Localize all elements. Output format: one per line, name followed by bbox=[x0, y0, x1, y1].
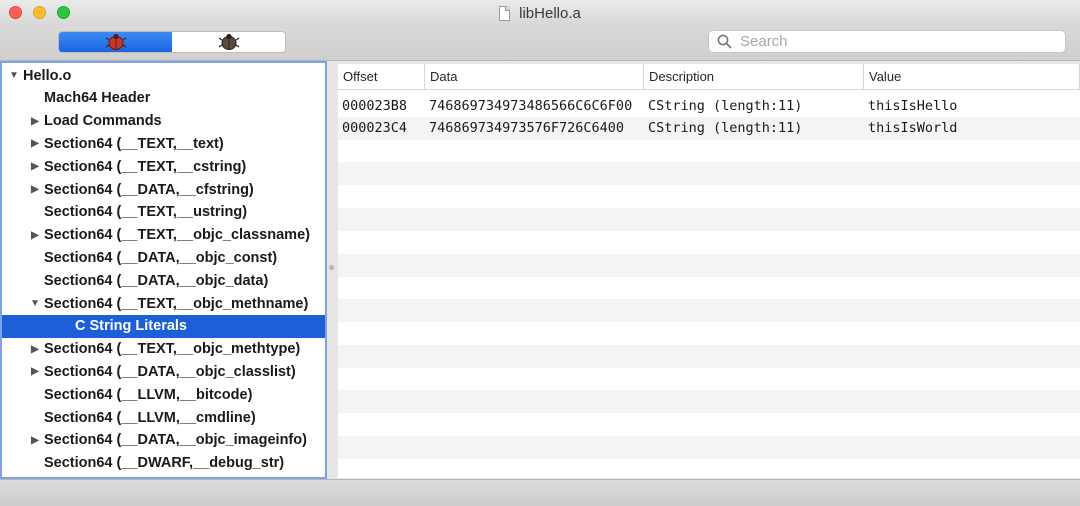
main-window: libHello.a Search ▼ Hello.o Mach64 Heade… bbox=[0, 0, 1080, 506]
bug-red-icon bbox=[105, 33, 126, 50]
row-stripe bbox=[338, 253, 1080, 277]
row-stripe bbox=[338, 162, 1080, 186]
tree-item[interactable]: ▶ Section64 (__DATA,__objc_classlist) bbox=[2, 360, 325, 383]
tree-item[interactable]: ▶ Section64 (__DATA,__cfstring) bbox=[2, 178, 325, 201]
tree-item[interactable]: ▶ Section64 (__TEXT,__text) bbox=[2, 132, 325, 155]
row-stripe bbox=[338, 208, 1080, 231]
table-row[interactable]: 000023C4 746869734973576F726C6400 CString … bbox=[338, 117, 1080, 140]
tree-item-label: Section64 (__TEXT,__ustring) bbox=[44, 204, 248, 221]
divider-grip bbox=[329, 265, 334, 270]
tree-item-label: Section64 (__TEXT,__objc_methname) bbox=[44, 295, 309, 312]
split-view-divider[interactable] bbox=[328, 61, 337, 479]
bug-dark-icon bbox=[218, 33, 239, 50]
column-header[interactable]: Data bbox=[425, 64, 644, 89]
disclosure-collapsed-icon[interactable]: ▶ bbox=[29, 230, 41, 241]
status-bar bbox=[0, 479, 1080, 506]
window-title-group: libHello.a bbox=[0, 0, 1080, 26]
disclosure-expanded-icon[interactable]: ▼ bbox=[8, 70, 20, 81]
section-tree-outline[interactable]: ▼ Hello.o Mach64 Header ▶ Load Commands ▶ Sect… bbox=[0, 61, 327, 479]
tree-item-label: Mach64 Header bbox=[44, 90, 151, 107]
tree-item-label: Section64 (__TEXT,__text) bbox=[44, 135, 224, 152]
detail-table: Offset Data Description Value 000023B8 74686… bbox=[338, 64, 1080, 478]
tree-item-label: Section64 (__TEXT,__cstring) bbox=[44, 158, 247, 175]
view-segmented-control bbox=[58, 31, 286, 53]
column-header[interactable]: Value bbox=[864, 64, 1080, 89]
tree-item-label: Load Commands bbox=[44, 113, 162, 130]
document-icon bbox=[499, 5, 511, 21]
tree-item-label: Hello.o bbox=[23, 67, 72, 84]
table-cell-description: CString (length:11) bbox=[648, 97, 803, 114]
tree-item-label: Section64 (__LLVM,__cmdline) bbox=[44, 409, 256, 426]
column-header[interactable]: Description bbox=[644, 64, 864, 89]
tree-item[interactable]: Section64 (__DWARF,__debug_str) bbox=[2, 452, 325, 475]
tree-item-label: Section64 (__TEXT,__objc_classname) bbox=[44, 227, 310, 244]
search-input[interactable] bbox=[738, 32, 1042, 51]
tree-item[interactable]: C String Literals bbox=[2, 314, 325, 338]
row-stripe bbox=[338, 390, 1080, 414]
tree-item-label: Section64 (__TEXT,__objc_methtype) bbox=[44, 341, 301, 358]
column-header[interactable]: Offset bbox=[338, 64, 425, 89]
toolbar bbox=[0, 26, 1080, 61]
search-icon bbox=[717, 34, 732, 49]
row-stripe bbox=[338, 436, 1080, 459]
disclosure-collapsed-icon[interactable]: ▶ bbox=[29, 344, 41, 355]
row-stripe bbox=[338, 344, 1080, 368]
segment-dark-bug[interactable] bbox=[172, 32, 285, 52]
tree-item[interactable]: Section64 (__DATA,__objc_const) bbox=[2, 246, 325, 269]
tree-item-label: Section64 (__DATA,__objc_data) bbox=[44, 272, 269, 289]
disclosure-collapsed-icon[interactable]: ▶ bbox=[29, 366, 41, 377]
disclosure-expanded-icon[interactable]: ▼ bbox=[29, 298, 41, 309]
table-cell-description: CString (length:11) bbox=[648, 120, 803, 137]
tree-item-label: Section64 (__LLVM,__bitcode) bbox=[44, 386, 253, 403]
tree-item-label: Section64 (__DATA,__objc_imageinfo) bbox=[44, 432, 307, 449]
tree-item[interactable]: ▼ Section64 (__TEXT,__objc_methname) bbox=[2, 292, 325, 315]
tree-item[interactable]: ▶ Section64 (__TEXT,__cstring) bbox=[2, 155, 325, 178]
tree-item[interactable]: Mach64 Header bbox=[2, 87, 325, 110]
tree-item-label: Section64 (__DATA,__objc_classlist) bbox=[44, 363, 296, 380]
tree-item[interactable]: ▶ Section64 (__TEXT,__objc_classname) bbox=[2, 224, 325, 247]
table-cell-offset: 000023C4 bbox=[342, 120, 408, 137]
table-cell-value: thisIsHello bbox=[868, 97, 958, 114]
window-title: libHello.a bbox=[519, 4, 581, 22]
search-field[interactable] bbox=[708, 30, 1066, 53]
tree-item[interactable]: Section64 (__DATA,__objc_data) bbox=[2, 269, 325, 292]
tree-item[interactable]: ▼ Hello.o bbox=[2, 64, 325, 87]
disclosure-collapsed-icon[interactable]: ▶ bbox=[29, 435, 41, 446]
disclosure-collapsed-icon[interactable]: ▶ bbox=[29, 184, 41, 195]
row-stripe bbox=[338, 299, 1080, 323]
tree-item[interactable]: Section64 (__LLVM,__bitcode) bbox=[2, 383, 325, 406]
table-cell-offset: 000023B8 bbox=[342, 97, 408, 114]
tree-item[interactable]: Section64 (__TEXT,__ustring) bbox=[2, 201, 325, 224]
tree-item-label: Section64 (__DATA,__objc_const) bbox=[44, 249, 278, 266]
tree-item[interactable]: ▶ Section64 (__DATA,__objc_imageinfo) bbox=[2, 429, 325, 452]
disclosure-collapsed-icon[interactable]: ▶ bbox=[29, 116, 41, 127]
segment-red-bug[interactable] bbox=[59, 32, 172, 52]
table-header: Offset Data Description Value bbox=[338, 64, 1080, 90]
table-row[interactable]: 000023B8 746869734973486566C6C6F00 CString… bbox=[338, 94, 1080, 117]
tree-item[interactable]: Section64 (__LLVM,__cmdline) bbox=[2, 406, 325, 429]
title-bar: libHello.a bbox=[0, 0, 1080, 26]
tree-item-label: Section64 (__DATA,__cfstring) bbox=[44, 181, 254, 198]
tree-item-label: C String Literals bbox=[75, 318, 187, 335]
tree-item[interactable]: ▶ Section64 (__TEXT,__objc_methtype) bbox=[2, 338, 325, 361]
table-cell-data: 746869734973486566C6C6F00 bbox=[429, 97, 633, 114]
table-cell-value: thisIsWorld bbox=[868, 120, 958, 137]
tree-item[interactable]: ▶ Load Commands bbox=[2, 110, 325, 133]
tree-item-label: Section64 (__DWARF,__debug_str) bbox=[44, 455, 285, 472]
disclosure-collapsed-icon[interactable]: ▶ bbox=[29, 161, 41, 172]
disclosure-collapsed-icon[interactable]: ▶ bbox=[29, 138, 41, 149]
table-cell-data: 746869734973576F726C6400 bbox=[429, 120, 625, 137]
